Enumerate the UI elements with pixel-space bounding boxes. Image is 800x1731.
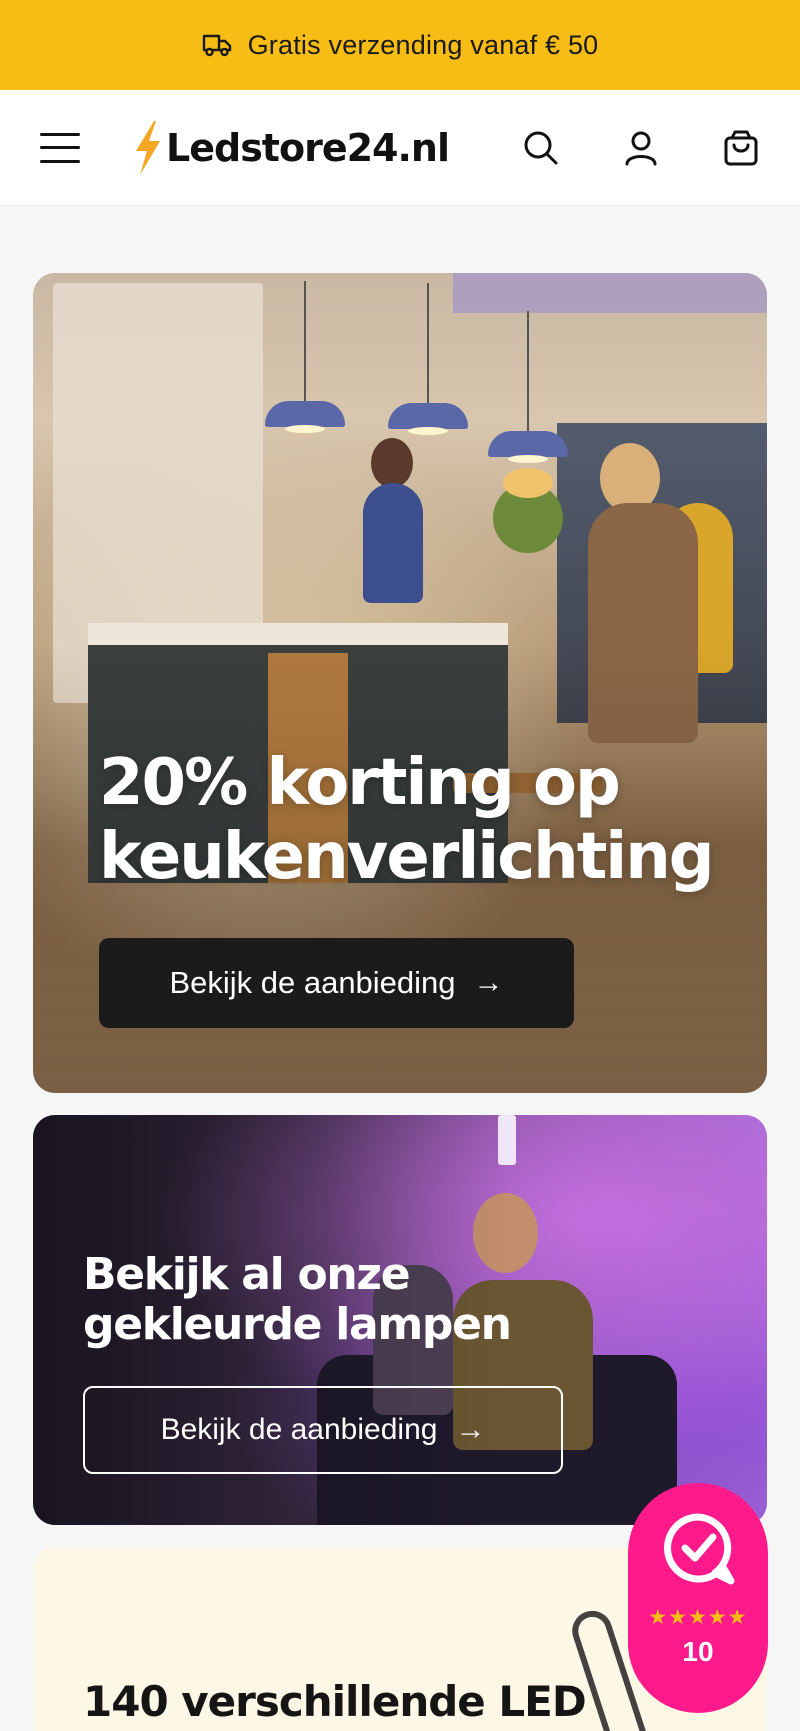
hamburger-menu-icon[interactable] xyxy=(40,132,80,163)
colored-lamps-title: Bekijk al onze gekleurde lampen xyxy=(83,1249,512,1350)
free-shipping-text: Gratis verzending vanaf € 50 xyxy=(247,29,599,60)
search-icon[interactable] xyxy=(522,129,560,167)
truck-icon xyxy=(202,34,231,57)
site-header: Ledstore24.nl xyxy=(0,90,800,206)
lightning-bolt-icon xyxy=(136,120,160,175)
rating-stars: ★★★★★ xyxy=(648,1606,748,1629)
cart-icon[interactable] xyxy=(722,129,760,167)
hero-title: 20% korting op keukenverlichting xyxy=(99,746,715,894)
view-offer-button[interactable]: Bekijk de aanbieding → xyxy=(99,938,574,1028)
user-icon[interactable] xyxy=(622,129,660,167)
arrow-right-icon: → xyxy=(473,966,504,999)
rating-score: 10 xyxy=(682,1636,714,1667)
view-colored-lamps-button[interactable]: Bekijk de aanbieding → xyxy=(83,1386,563,1474)
free-shipping-banner: Gratis verzending vanaf € 50 xyxy=(0,0,800,90)
logo-text: Ledstore24.nl xyxy=(166,125,450,170)
arrow-right-icon: → xyxy=(455,1413,486,1446)
header-actions xyxy=(522,129,760,167)
button-label: Bekijk de aanbieding xyxy=(160,1413,438,1446)
kitchen-lighting-promo[interactable]: 20% korting op keukenverlichting Bekijk … xyxy=(33,273,767,1093)
colored-lamps-promo[interactable]: Bekijk al onze gekleurde lampen Bekijk d… xyxy=(33,1115,767,1525)
site-logo[interactable]: Ledstore24.nl xyxy=(132,120,450,175)
review-check-icon xyxy=(664,1513,735,1585)
led-products-title: 140 verschillende LED xyxy=(83,1677,587,1726)
review-badge[interactable]: ★★★★★ 10 xyxy=(628,1483,768,1713)
button-label: Bekijk de aanbieding xyxy=(169,965,456,1000)
